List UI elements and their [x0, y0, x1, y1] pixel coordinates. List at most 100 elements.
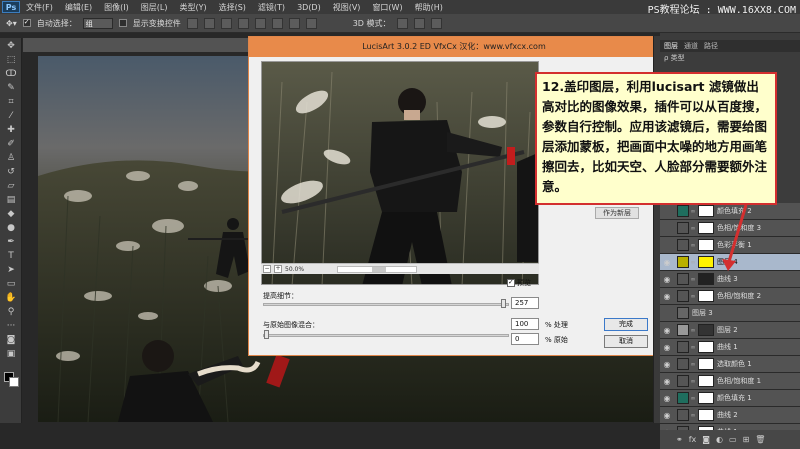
- more-tools-icon[interactable]: ···: [3, 320, 19, 332]
- clone-stamp-tool-icon[interactable]: ♙: [3, 152, 19, 164]
- delete-layer-icon[interactable]: 🗑: [755, 435, 765, 444]
- menu-view[interactable]: 视图(V): [327, 2, 367, 13]
- history-brush-tool-icon[interactable]: ↺: [3, 166, 19, 178]
- menu-window[interactable]: 窗口(W): [366, 2, 408, 13]
- layer-mask-thumbnail[interactable]: [698, 273, 714, 285]
- layer-row[interactable]: ◉ ∞ 曲线 2: [660, 407, 800, 424]
- align-left-icon[interactable]: [237, 17, 249, 29]
- link-layers-icon[interactable]: ⚭: [676, 435, 683, 444]
- auto-select-checkbox[interactable]: [22, 19, 31, 27]
- adjustment-layer-icon[interactable]: ◐: [716, 435, 723, 444]
- layer-row[interactable]: ◉ ∞ 色相/饱和度 2: [660, 288, 800, 305]
- process-input[interactable]: 100: [511, 318, 539, 330]
- detail-slider-track[interactable]: [263, 303, 509, 306]
- blend-slider-thumb[interactable]: [264, 330, 269, 339]
- fx-icon[interactable]: fx: [689, 435, 697, 444]
- align-middle-icon[interactable]: [203, 17, 215, 29]
- mask-link-icon[interactable]: ∞: [689, 327, 697, 334]
- menu-select[interactable]: 选择(S): [213, 2, 252, 13]
- menu-layer[interactable]: 图层(L): [135, 2, 174, 13]
- preview-toggle[interactable]: 预览: [507, 278, 531, 288]
- mask-link-icon[interactable]: ∞: [689, 208, 697, 215]
- layer-mask-thumbnail[interactable]: [698, 409, 714, 421]
- filter-preview[interactable]: [261, 61, 539, 285]
- zoom-in-icon[interactable]: +: [274, 265, 282, 273]
- visibility-eye-icon[interactable]: ◉: [660, 326, 674, 335]
- visibility-eye-icon[interactable]: ◉: [660, 411, 674, 420]
- visibility-eye-icon[interactable]: ◉: [660, 258, 674, 267]
- screen-mode-icon[interactable]: ▣: [3, 348, 19, 360]
- menu-edit[interactable]: 编辑(E): [59, 2, 98, 13]
- mask-link-icon[interactable]: ∞: [689, 395, 697, 402]
- distribute-icon[interactable]: [288, 17, 300, 29]
- layer-row[interactable]: ◉ ∞ 曲线 1: [660, 339, 800, 356]
- document-tab[interactable]: [23, 38, 253, 52]
- menu-file[interactable]: 文件(F): [20, 2, 59, 13]
- pen-tool-icon[interactable]: ✒: [3, 236, 19, 248]
- detail-input[interactable]: 257: [511, 297, 539, 309]
- ok-button[interactable]: 完成: [604, 318, 648, 331]
- align-right-icon[interactable]: [271, 17, 283, 29]
- layer-row[interactable]: ◉ ∞ 曲线 3: [660, 271, 800, 288]
- layer-mask-thumbnail[interactable]: [698, 256, 714, 268]
- menu-help[interactable]: 帮助(H): [409, 2, 449, 13]
- align-center-icon[interactable]: [254, 17, 266, 29]
- mask-link-icon[interactable]: ∞: [689, 412, 697, 419]
- layer-filter[interactable]: ρ 类型: [660, 52, 800, 64]
- type-tool-icon[interactable]: T: [3, 250, 19, 262]
- new-layer-icon[interactable]: ⊞: [743, 435, 750, 444]
- mask-link-icon[interactable]: ∞: [689, 276, 697, 283]
- background-color-swatch[interactable]: [9, 377, 19, 387]
- layer-row[interactable]: 图层 3: [660, 305, 800, 322]
- crop-tool-icon[interactable]: ⌗: [3, 96, 19, 108]
- menu-filter[interactable]: 滤镜(T): [252, 2, 291, 13]
- layer-mask-thumbnail[interactable]: [698, 341, 714, 353]
- menu-image[interactable]: 图像(I): [98, 2, 135, 13]
- layer-mask-thumbnail[interactable]: [698, 358, 714, 370]
- healing-brush-tool-icon[interactable]: ✚: [3, 124, 19, 136]
- align-top-icon[interactable]: [186, 17, 198, 29]
- zoom-out-icon[interactable]: −: [263, 265, 271, 273]
- hand-tool-icon[interactable]: ✋: [3, 292, 19, 304]
- original-input[interactable]: 0: [511, 333, 539, 345]
- visibility-eye-icon[interactable]: ◉: [660, 360, 674, 369]
- layer-row[interactable]: ◉ ∞ 颜色填充 1: [660, 390, 800, 407]
- distribute-horizontal-icon[interactable]: [305, 17, 317, 29]
- mask-link-icon[interactable]: ∞: [689, 259, 697, 266]
- preview-scrollbar[interactable]: [337, 265, 418, 273]
- mask-link-icon[interactable]: ∞: [689, 378, 697, 385]
- cancel-button[interactable]: 取消: [604, 335, 648, 348]
- preview-checkbox[interactable]: [507, 278, 515, 287]
- mask-link-icon[interactable]: ∞: [689, 225, 697, 232]
- 3d-pan-icon[interactable]: [430, 17, 442, 29]
- mask-link-icon[interactable]: ∞: [689, 242, 697, 249]
- layer-row[interactable]: ◉ ∞ 选取颜色 1: [660, 356, 800, 373]
- visibility-eye-icon[interactable]: ◉: [660, 275, 674, 284]
- layer-row[interactable]: ◉ ∞ 色相/饱和度 1: [660, 373, 800, 390]
- visibility-eye-icon[interactable]: ◉: [660, 377, 674, 386]
- menu-type[interactable]: 类型(Y): [173, 2, 212, 13]
- align-bottom-icon[interactable]: [220, 17, 232, 29]
- gradient-tool-icon[interactable]: ▤: [3, 194, 19, 206]
- tab-paths[interactable]: 路径: [704, 40, 718, 52]
- mask-link-icon[interactable]: ∞: [689, 344, 697, 351]
- lasso-tool-icon[interactable]: ↀ: [3, 68, 19, 80]
- layer-mask-thumbnail[interactable]: [698, 375, 714, 387]
- dodge-tool-icon[interactable]: ●: [3, 222, 19, 234]
- 3d-rotate-icon[interactable]: [396, 17, 408, 29]
- auto-select-dropdown[interactable]: 组: [82, 17, 113, 29]
- marquee-tool-icon[interactable]: ⬚: [3, 54, 19, 66]
- quick-mask-icon[interactable]: ◙: [3, 334, 19, 346]
- layer-mask-thumbnail[interactable]: [698, 290, 714, 302]
- show-transform-checkbox[interactable]: [118, 19, 127, 27]
- layer-mask-thumbnail[interactable]: [698, 324, 714, 336]
- move-tool-icon[interactable]: ✥▾: [6, 19, 17, 28]
- layer-mask-thumbnail[interactable]: [698, 392, 714, 404]
- quick-select-tool-icon[interactable]: ✎: [3, 82, 19, 94]
- detail-slider-thumb[interactable]: [501, 299, 506, 308]
- blend-slider-track[interactable]: [263, 334, 509, 337]
- menu-3d[interactable]: 3D(D): [291, 3, 327, 12]
- mask-link-icon[interactable]: ∞: [689, 293, 697, 300]
- tab-channels[interactable]: 通道: [684, 40, 698, 52]
- new-layer-button[interactable]: 作为新层: [595, 207, 639, 219]
